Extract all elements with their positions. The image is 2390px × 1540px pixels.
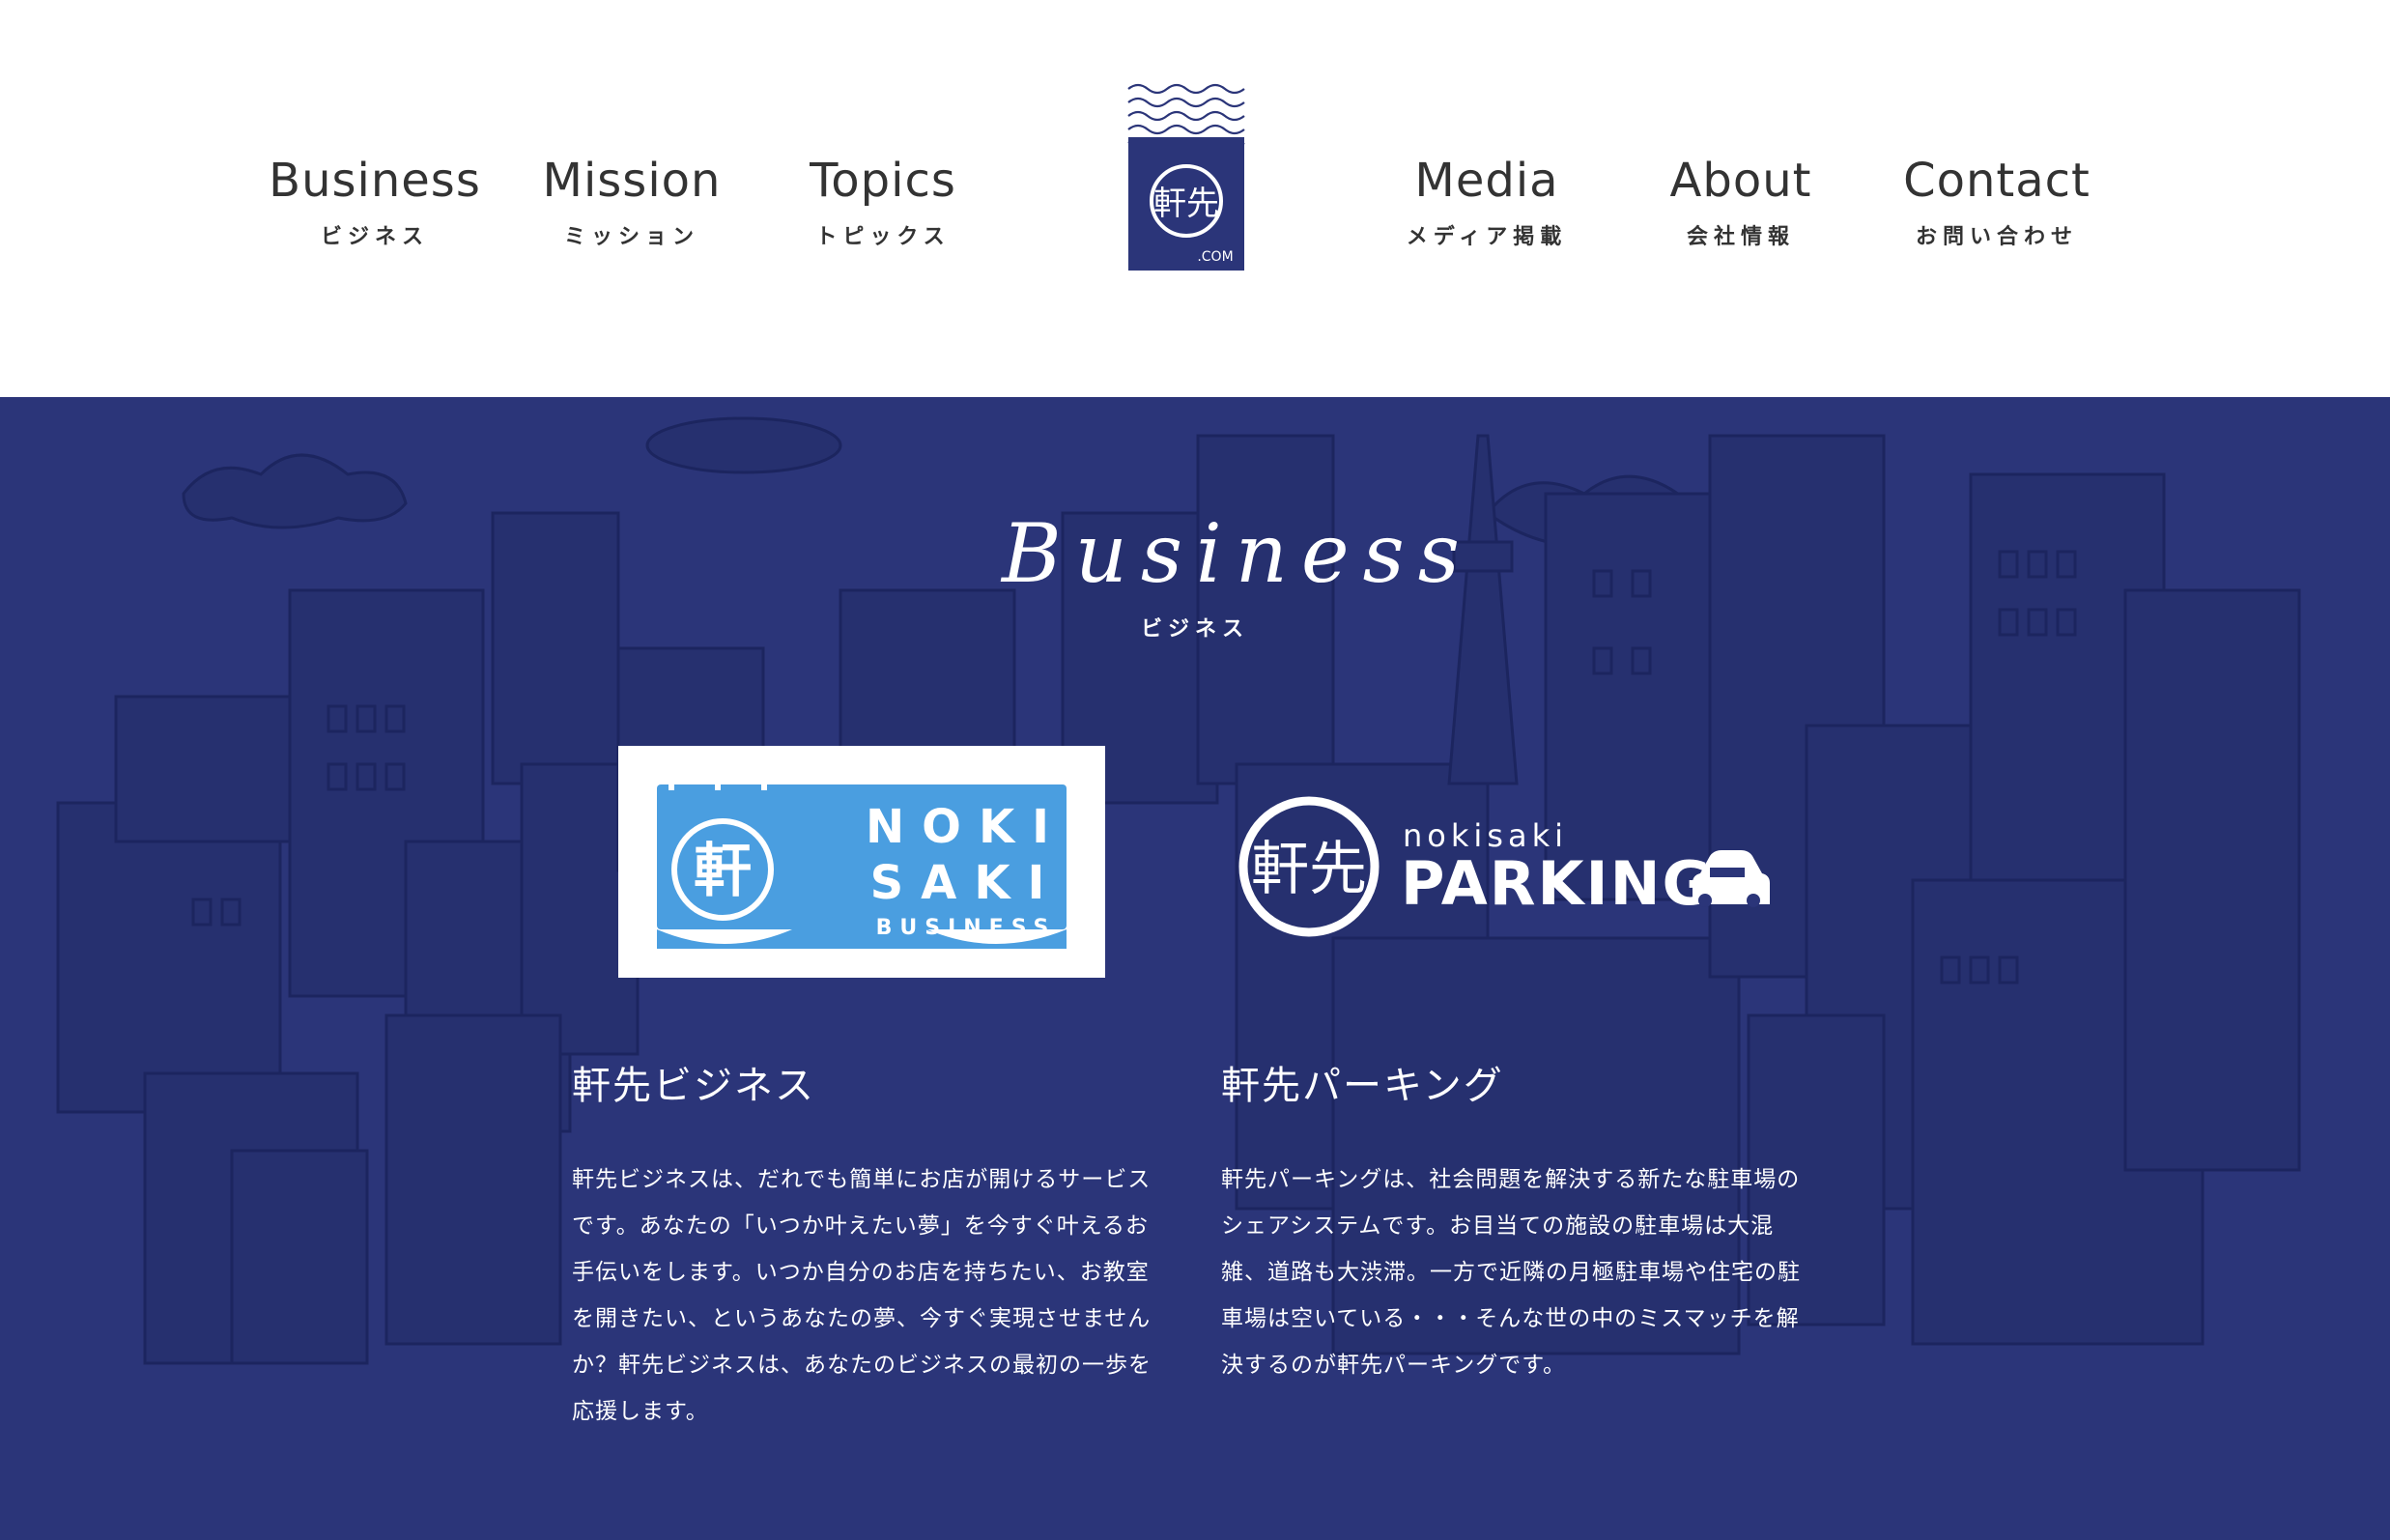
- nav-about-sublabel: 会社情報: [1686, 225, 1795, 249]
- nav-contact[interactable]: Contact お問い合わせ: [1871, 150, 2122, 252]
- park-logo-big: PARKING: [1401, 848, 1713, 919]
- nav-mission-sublabel: ミッション: [563, 225, 699, 249]
- nokisaki-logo-icon: 軒先 .COM: [1127, 83, 1245, 271]
- nav-contact-label: Contact: [1903, 154, 2091, 208]
- park-logo-kanji: 軒先: [1251, 836, 1367, 903]
- nav-about-label: About: [1669, 154, 1812, 208]
- business-section: Business ビジネス 軒 NOKI SAKI BUSINESS 軒先 no…: [0, 397, 2390, 1540]
- nokisaki-business-logo-link[interactable]: 軒 NOKI SAKI BUSINESS: [618, 746, 1105, 978]
- nav-topics-label: Topics: [810, 154, 956, 208]
- logo-domain: .COM: [1197, 249, 1233, 265]
- nav-contact-sublabel: お問い合わせ: [1915, 225, 2078, 249]
- nav-media-label: Media: [1414, 154, 1559, 208]
- nokisaki-parking-logo-link[interactable]: 軒先 nokisaki PARKING: [1227, 784, 1778, 949]
- biz-logo-kanji: 軒: [694, 838, 752, 905]
- card-desc-parking: 軒先パーキングは、社会問題を解決する新たな駐車場のシェアシステムです。お目当ての…: [1221, 1167, 1801, 1378]
- nav-topics[interactable]: Topics トピックス: [757, 150, 1009, 252]
- logo-kanji: 軒先: [1153, 185, 1219, 223]
- card-desc-business: 軒先ビジネスは、だれでも簡単にお店が開けるサービスです。あなたの「いつか叶えたい…: [572, 1167, 1152, 1424]
- nav-about[interactable]: About 会社情報: [1615, 150, 1866, 252]
- nokisaki-parking-logo-icon: 軒先 nokisaki PARKING: [1238, 796, 1770, 937]
- site-logo[interactable]: 軒先 .COM: [1126, 79, 1246, 271]
- biz-logo-line3: BUSINESS: [876, 916, 1057, 940]
- site-header: Business ビジネス Mission ミッション Topics トピックス…: [0, 0, 2390, 397]
- nav-mission[interactable]: Mission ミッション: [506, 150, 757, 252]
- nokisaki-business-logo-icon: 軒 NOKI SAKI BUSINESS: [657, 779, 1067, 949]
- nav-business-label: Business: [269, 154, 481, 208]
- card-title-business: 軒先ビジネス: [572, 1064, 815, 1108]
- nav-topics-sublabel: トピックス: [815, 225, 951, 249]
- section-title: Business: [1002, 506, 1473, 601]
- nav-business[interactable]: Business ビジネス: [249, 150, 500, 252]
- section-subtitle: ビジネス: [1140, 617, 1249, 642]
- nav-media-sublabel: メディア掲載: [1406, 225, 1568, 249]
- nav-media[interactable]: Media メディア掲載: [1361, 150, 1612, 252]
- biz-logo-line1: NOKI: [866, 800, 1067, 854]
- biz-logo-line2: SAKI: [870, 856, 1063, 910]
- card-title-parking: 軒先パーキング: [1221, 1064, 1504, 1108]
- nav-business-sublabel: ビジネス: [320, 225, 429, 249]
- nav-mission-label: Mission: [542, 154, 722, 208]
